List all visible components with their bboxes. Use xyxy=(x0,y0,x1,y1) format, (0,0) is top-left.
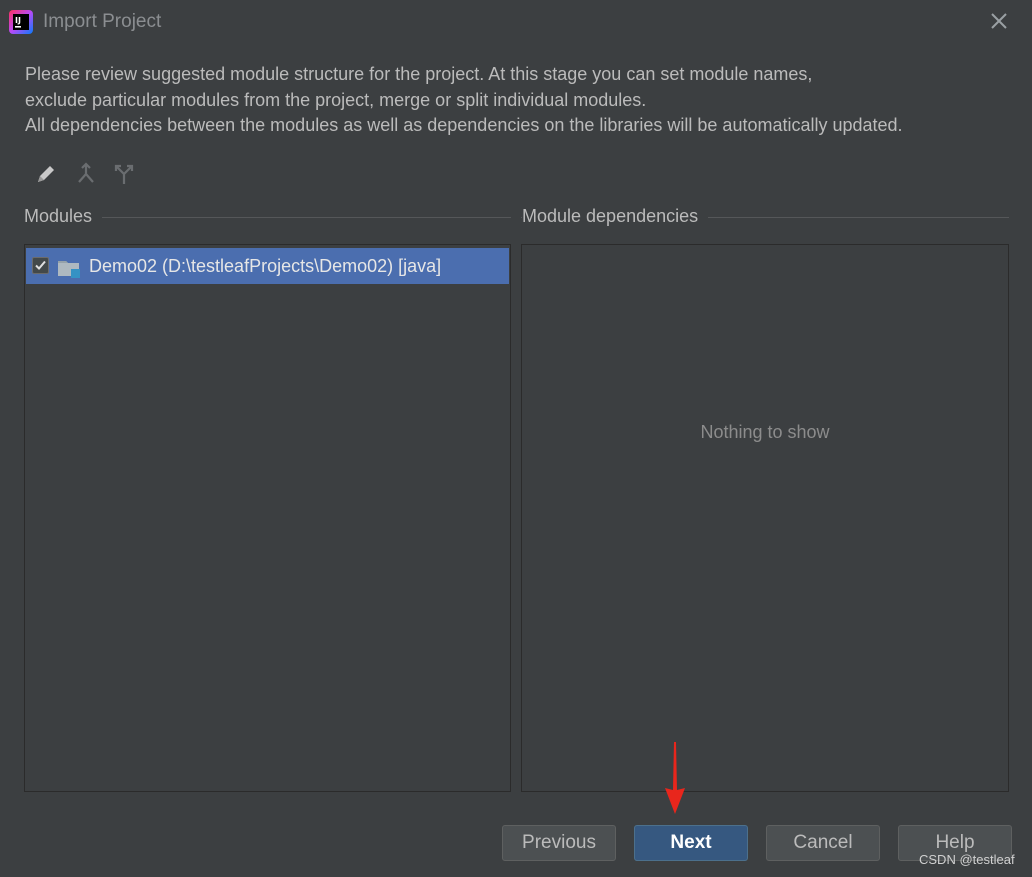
checkmark-icon xyxy=(35,260,46,270)
module-row-demo02[interactable]: Demo02 (D:\testleafProjects\Demo02) [jav… xyxy=(26,248,509,284)
description-line: All dependencies between the modules as … xyxy=(25,115,903,135)
description-line: exclude particular modules from the proj… xyxy=(25,89,647,110)
split-icon[interactable] xyxy=(110,160,138,188)
intellij-idea-icon: IJ xyxy=(9,10,33,34)
module-checkbox[interactable] xyxy=(32,257,49,274)
modules-tree[interactable]: Demo02 (D:\testleafProjects\Demo02) [jav… xyxy=(24,244,511,792)
empty-state-text: Nothing to show xyxy=(700,422,830,442)
merge-icon[interactable] xyxy=(72,160,100,188)
red-arrow-annotation xyxy=(665,742,685,814)
description-line: Please review suggested module structure… xyxy=(25,64,813,84)
window-title: Import Project xyxy=(43,11,162,32)
description: Please review suggested module structure… xyxy=(25,62,903,139)
watermark: CSDN @testleaf xyxy=(919,852,1015,867)
module-label: Demo02 (D:\testleafProjects\Demo02) [jav… xyxy=(89,256,442,276)
previous-button[interactable]: Previous xyxy=(502,825,616,861)
cancel-button[interactable]: Cancel xyxy=(766,825,880,861)
close-icon[interactable] xyxy=(984,6,1014,36)
module-dependencies-panel: Nothing to show xyxy=(521,244,1009,792)
module-folder-icon xyxy=(58,261,80,278)
dependencies-header: Module dependencies xyxy=(522,206,709,227)
modules-header: Modules xyxy=(24,206,103,227)
edit-pencil-icon[interactable] xyxy=(32,160,60,188)
next-button[interactable]: Next xyxy=(634,825,748,861)
title-bar: IJ Import Project xyxy=(0,0,1032,44)
svg-text:IJ: IJ xyxy=(15,16,21,25)
